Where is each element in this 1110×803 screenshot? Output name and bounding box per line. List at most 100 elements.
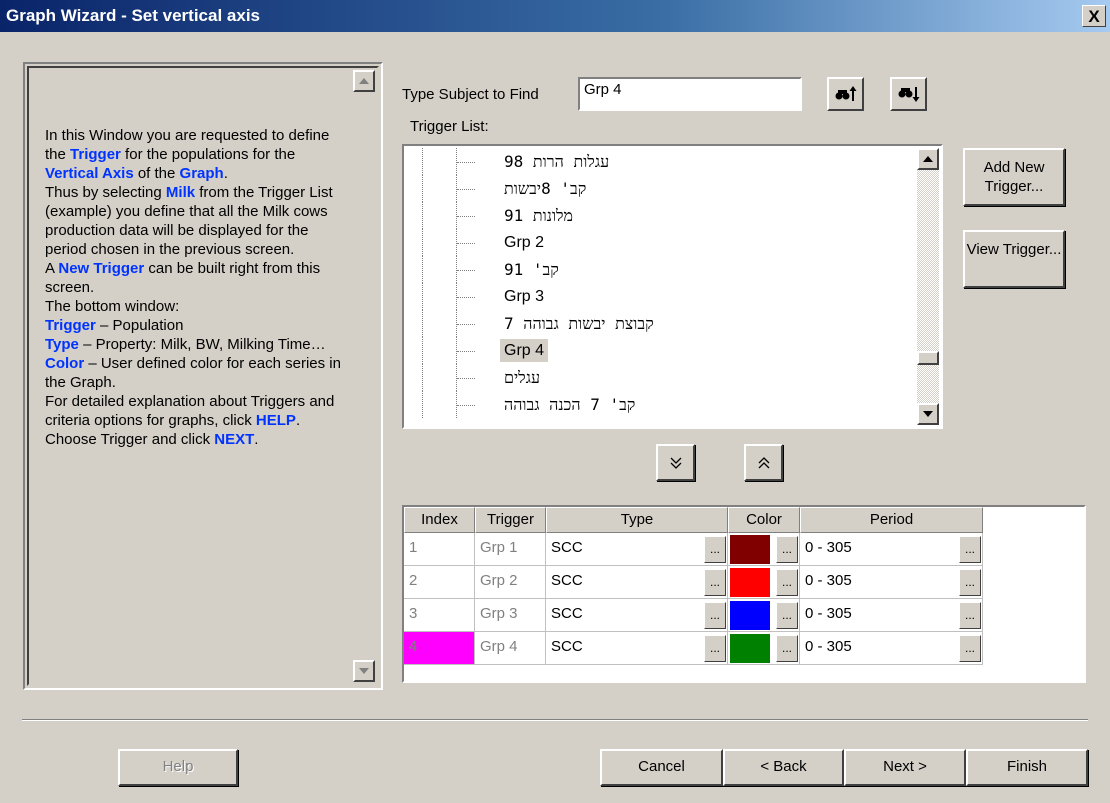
find-input[interactable]: Grp 4: [578, 77, 802, 111]
period-ellipsis-button[interactable]: ...: [959, 569, 981, 596]
find-down-button[interactable]: [890, 77, 927, 111]
add-new-trigger-button[interactable]: Add New Trigger...: [963, 148, 1065, 206]
trigger-list-item[interactable]: קב' 91: [404, 256, 941, 283]
grid-row[interactable]: 3 Grp 3 SCC... ... 0 - 305...: [404, 599, 983, 632]
trigger-item-label: קבוצת יבשות גבוהה 7: [504, 314, 654, 333]
help-keyword: Milk: [165, 184, 196, 201]
help-keyword: New Trigger: [58, 260, 145, 277]
trigger-list-item[interactable]: עגלות הרות 98: [404, 148, 941, 175]
type-cell[interactable]: SCC...: [546, 533, 728, 566]
grid-row[interactable]: 1 Grp 1 SCC... ... 0 - 305...: [404, 533, 983, 566]
type-ellipsis-button[interactable]: ...: [704, 602, 726, 629]
period-ellipsis-button[interactable]: ...: [959, 635, 981, 662]
type-ellipsis-button[interactable]: ...: [704, 569, 726, 596]
color-cell[interactable]: ...: [728, 566, 800, 599]
color-ellipsis-button[interactable]: ...: [776, 569, 798, 596]
tree-line: [422, 148, 423, 175]
trigger-list-item[interactable]: עגלים: [404, 364, 941, 391]
help-text-segment: for the populations for the: [120, 146, 296, 163]
next-button[interactable]: Next >: [844, 749, 966, 786]
move-up-button[interactable]: [744, 444, 783, 481]
tree-line: [457, 270, 475, 271]
color-cell[interactable]: ...: [728, 632, 800, 665]
trigger-scroll-up-button[interactable]: [917, 148, 939, 170]
trigger-cell: Grp 2: [475, 566, 546, 599]
arrow-down-icon: [923, 411, 933, 417]
type-cell[interactable]: SCC...: [546, 599, 728, 632]
trigger-cell: Grp 1: [475, 533, 546, 566]
color-cell[interactable]: ...: [728, 533, 800, 566]
trigger-scroll-thumb[interactable]: [917, 351, 939, 365]
help-scroll-up-button[interactable]: [353, 70, 375, 92]
find-input-value: Grp 4: [584, 81, 622, 98]
period-cell[interactable]: 0 - 305...: [800, 566, 983, 599]
finish-button[interactable]: Finish: [966, 749, 1088, 786]
view-trigger-button[interactable]: View Trigger...: [963, 230, 1065, 288]
period-ellipsis-button[interactable]: ...: [959, 602, 981, 629]
period-cell[interactable]: 0 - 305...: [800, 599, 983, 632]
title-bar: Graph Wizard - Set vertical axis X: [0, 0, 1110, 32]
trigger-list-item[interactable]: קבוצת יבשות גבוהה 7: [404, 310, 941, 337]
color-swatch: [730, 634, 770, 663]
type-cell[interactable]: SCC...: [546, 632, 728, 665]
help-panel-frame: In this Window you are requested to defi…: [23, 62, 383, 690]
help-text-segment: – User defined color for each series in …: [45, 355, 341, 391]
tree-line: [422, 229, 423, 256]
help-text-segment: of the: [133, 165, 180, 182]
color-cell[interactable]: ...: [728, 599, 800, 632]
help-scroll-down-button[interactable]: [353, 660, 375, 682]
period-ellipsis-button[interactable]: ...: [959, 536, 981, 563]
color-ellipsis-button[interactable]: ...: [776, 536, 798, 563]
trigger-list-item[interactable]: קב' 7 הכנה גבוהה: [404, 391, 941, 418]
window-title: Graph Wizard - Set vertical axis: [6, 6, 260, 25]
help-text-segment: The bottom window:: [45, 298, 180, 315]
tree-line: [457, 324, 475, 325]
trigger-scroll-down-button[interactable]: [917, 403, 939, 425]
help-keyword: Trigger: [70, 146, 121, 163]
double-chevron-down-icon: [670, 457, 681, 469]
close-icon: X: [1088, 6, 1100, 26]
find-up-button[interactable]: [827, 77, 864, 111]
color-swatch: [730, 535, 770, 564]
close-button[interactable]: X: [1082, 5, 1106, 27]
help-scrollbar[interactable]: [353, 70, 375, 682]
period-value: 0 - 305: [805, 638, 852, 655]
trigger-item-label: Grp 4: [500, 339, 549, 362]
binoculars-up-icon: [835, 86, 856, 101]
grid-row[interactable]: 2 Grp 2 SCC... ... 0 - 305...: [404, 566, 983, 599]
trigger-list-item[interactable]: Grp 2: [404, 229, 941, 256]
help-keyword: Vertical Axis: [45, 165, 134, 182]
type-cell[interactable]: SCC...: [546, 566, 728, 599]
type-ellipsis-button[interactable]: ...: [704, 536, 726, 563]
type-value: SCC: [551, 605, 583, 622]
help-text: In this Window you are requested to defi…: [45, 126, 345, 449]
period-value: 0 - 305: [805, 539, 852, 556]
find-label: Type Subject to Find: [402, 86, 539, 103]
trigger-list-item[interactable]: מלונות 91: [404, 202, 941, 229]
help-text-segment: A: [45, 260, 59, 277]
trigger-list-scrollbar[interactable]: [917, 148, 939, 425]
type-ellipsis-button[interactable]: ...: [704, 635, 726, 662]
tree-line: [422, 283, 423, 310]
trigger-list-item-selected[interactable]: Grp 4: [404, 337, 941, 364]
period-value: 0 - 305: [805, 605, 852, 622]
help-text-segment: Thus by selecting: [45, 184, 166, 201]
period-cell[interactable]: 0 - 305...: [800, 632, 983, 665]
trigger-list-item[interactable]: קב' 8יבשות: [404, 175, 941, 202]
index-cell: 4: [404, 632, 475, 665]
color-ellipsis-button[interactable]: ...: [776, 635, 798, 662]
index-cell: 2: [404, 566, 475, 599]
tree-line: [457, 189, 475, 190]
cancel-button[interactable]: Cancel: [600, 749, 723, 786]
period-cell[interactable]: 0 - 305...: [800, 533, 983, 566]
tree-line: [422, 256, 423, 283]
back-button[interactable]: < Back: [723, 749, 844, 786]
help-button[interactable]: Help: [118, 749, 238, 786]
grid-row-selected[interactable]: 4 Grp 4 SCC... ... 0 - 305...: [404, 632, 983, 665]
trigger-list[interactable]: עגלות הרות 98 קב' 8יבשות מלונות 91 Grp 2…: [402, 144, 943, 429]
trigger-list-item[interactable]: Grp 3: [404, 283, 941, 310]
color-ellipsis-button[interactable]: ...: [776, 602, 798, 629]
grid-header: Index Trigger Type Color Period: [404, 507, 983, 533]
move-down-button[interactable]: [656, 444, 695, 481]
arrow-up-icon: [923, 156, 933, 162]
